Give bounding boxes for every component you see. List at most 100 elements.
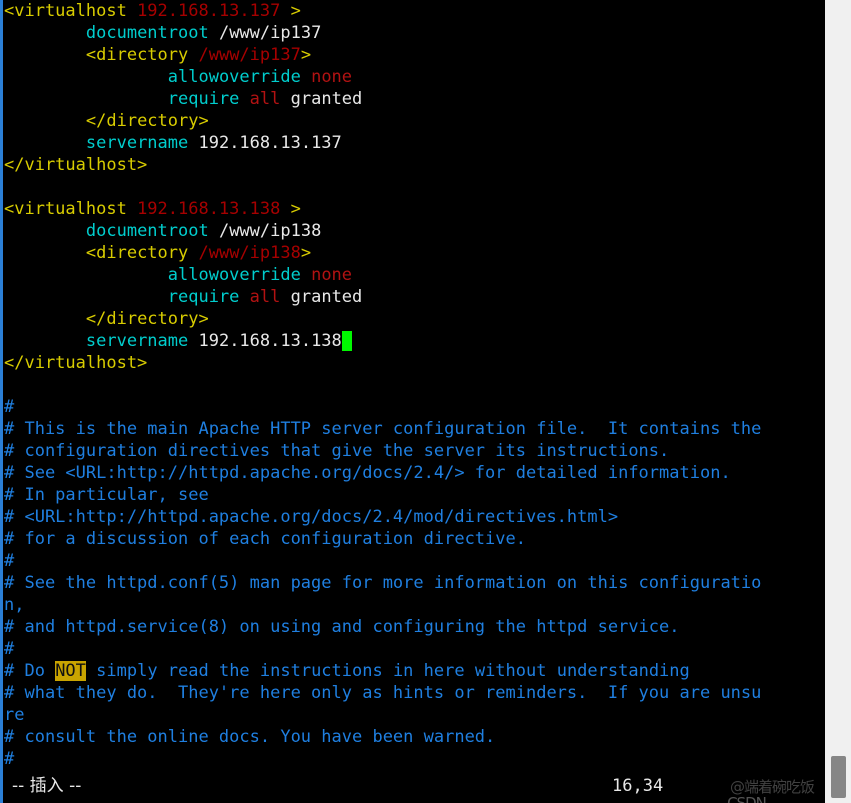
text-span: allowoverride (167, 67, 301, 87)
text-line-vhost1-close: </virtualhost> (4, 154, 824, 176)
text-span (4, 309, 86, 329)
text-span (4, 67, 168, 87)
text-line-comment-12: # Do NOT simply read the instructions in… (4, 660, 824, 682)
terminal-screen: <virtualhost 192.168.13.137 > documentro… (0, 0, 851, 803)
text-span: # configuration directives that give the… (4, 441, 670, 461)
text-span: 192.168.13.138 (188, 331, 342, 351)
text-span: > (280, 199, 301, 219)
text-span: 192.168.13.138 (137, 199, 281, 219)
vim-status-bar: -- 插入 -- 16,34 (4, 770, 824, 803)
text-span: /www/ip138 (208, 221, 322, 241)
text-line-comment-2: # This is the main Apache HTTP server co… (4, 418, 824, 440)
text-span: <directory (85, 45, 199, 65)
text-span: # (4, 551, 15, 571)
text-span: none (311, 67, 353, 87)
vim-mode-indicator: -- 插入 -- (12, 776, 82, 796)
text-span: /www/ip138 (198, 243, 301, 263)
text-line-vhost1-documentroot: documentroot /www/ip137 (4, 22, 824, 44)
text-line-vhost2-servername: servername 192.168.13.138 (4, 330, 824, 352)
text-span (4, 133, 86, 153)
text-line-blank-1 (4, 176, 824, 198)
text-span: # for a discussion of each configuration… (4, 529, 526, 549)
text-span: all (249, 287, 281, 307)
text-span (239, 89, 249, 109)
text-span: servername (85, 331, 189, 351)
vertical-scrollbar-thumb[interactable] (831, 756, 846, 798)
text-span (4, 243, 86, 263)
text-span: # what they do. They're here only as hin… (4, 683, 762, 703)
text-span: granted (280, 89, 363, 109)
text-span: /www/ip137 (198, 45, 301, 65)
text-span: servername (85, 133, 189, 153)
text-line-vhost2-require: require all granted (4, 286, 824, 308)
text-span: require (167, 89, 240, 109)
vertical-scrollbar-track[interactable] (825, 0, 851, 803)
text-line-comment-6: # <URL:http://httpd.apache.org/docs/2.4/… (4, 506, 824, 528)
text-span (239, 287, 249, 307)
text-span: all (249, 89, 281, 109)
text-line-vhost1-directory-open: <directory /www/ip137> (4, 44, 824, 66)
text-line-comment-7: # for a discussion of each configuration… (4, 528, 824, 550)
text-span: </directory> (85, 309, 209, 329)
text-span (4, 287, 168, 307)
text-span: # (4, 397, 15, 417)
text-span: # <URL:http://httpd.apache.org/docs/2.4/… (4, 507, 619, 527)
text-line-comment-10: # and httpd.service(8) on using and conf… (4, 616, 824, 638)
text-span (301, 67, 311, 87)
text-line-vhost2-directory-close: </directory> (4, 308, 824, 330)
text-line-vhost1-allowoverride: allowoverride none (4, 66, 824, 88)
text-span: # (4, 639, 15, 659)
text-span: <directory (85, 243, 199, 263)
text-line-comment-1: # (4, 396, 824, 418)
text-line-comment-14: # consult the online docs. You have been… (4, 726, 824, 748)
text-line-vhost2-allowoverride: allowoverride none (4, 264, 824, 286)
text-span (4, 331, 86, 351)
text-span (4, 111, 86, 131)
text-span: </virtualhost> (4, 353, 148, 373)
text-span: </virtualhost> (4, 155, 148, 175)
text-span: allowoverride (167, 265, 301, 285)
text-span: documentroot (85, 23, 209, 43)
text-span (4, 265, 168, 285)
cursor-position-indicator: 16,34 (612, 776, 664, 796)
text-span: documentroot (85, 221, 209, 241)
text-span (4, 89, 168, 109)
text-span (301, 265, 311, 285)
text-span: </directory> (85, 111, 209, 131)
text-span: <virtualhost (4, 1, 138, 21)
text-span: > (300, 45, 312, 65)
text-span: # See the httpd.conf(5) man page for mor… (4, 573, 762, 593)
text-line-vhost1-directory-close: </directory> (4, 110, 824, 132)
search-highlight: NOT (55, 661, 86, 681)
text-span: # This is the main Apache HTTP server co… (4, 419, 762, 439)
text-span: # and httpd.service(8) on using and conf… (4, 617, 680, 637)
vim-text-buffer[interactable]: <virtualhost 192.168.13.137 > documentro… (4, 0, 824, 770)
text-line-comment-9-wrap: n, (4, 594, 824, 616)
text-span: require (167, 287, 240, 307)
text-span: # consult the online docs. You have been… (4, 727, 496, 747)
text-span (4, 23, 86, 43)
text-line-vhost1-require: require all granted (4, 88, 824, 110)
text-line-vhost2-close: </virtualhost> (4, 352, 824, 374)
text-span: /www/ip137 (208, 23, 322, 43)
text-line-vhost1-servername: servername 192.168.13.137 (4, 132, 824, 154)
text-line-comment-8: # (4, 550, 824, 572)
text-line-vhost2-directory-open: <directory /www/ip138> (4, 242, 824, 264)
text-cursor-block (341, 331, 353, 351)
text-span (4, 221, 86, 241)
text-line-comment-15: # (4, 748, 824, 770)
text-span: 192.168.13.137 (137, 1, 281, 21)
text-span: n, (4, 595, 25, 615)
text-line-comment-4: # See <URL:http://httpd.apache.org/docs/… (4, 462, 824, 484)
text-span: # In particular, see (4, 485, 209, 505)
text-span: granted (280, 287, 363, 307)
text-line-comment-13-wrap: re (4, 704, 824, 726)
text-span (4, 45, 86, 65)
text-span: # See <URL:http://httpd.apache.org/docs/… (4, 463, 731, 483)
text-line-comment-9: # See the httpd.conf(5) man page for mor… (4, 572, 824, 594)
text-line-comment-5: # In particular, see (4, 484, 824, 506)
text-span: re (4, 705, 25, 725)
text-line-vhost2-open: <virtualhost 192.168.13.138 > (4, 198, 824, 220)
text-span: > (280, 1, 301, 21)
text-span: # Do (4, 661, 56, 681)
